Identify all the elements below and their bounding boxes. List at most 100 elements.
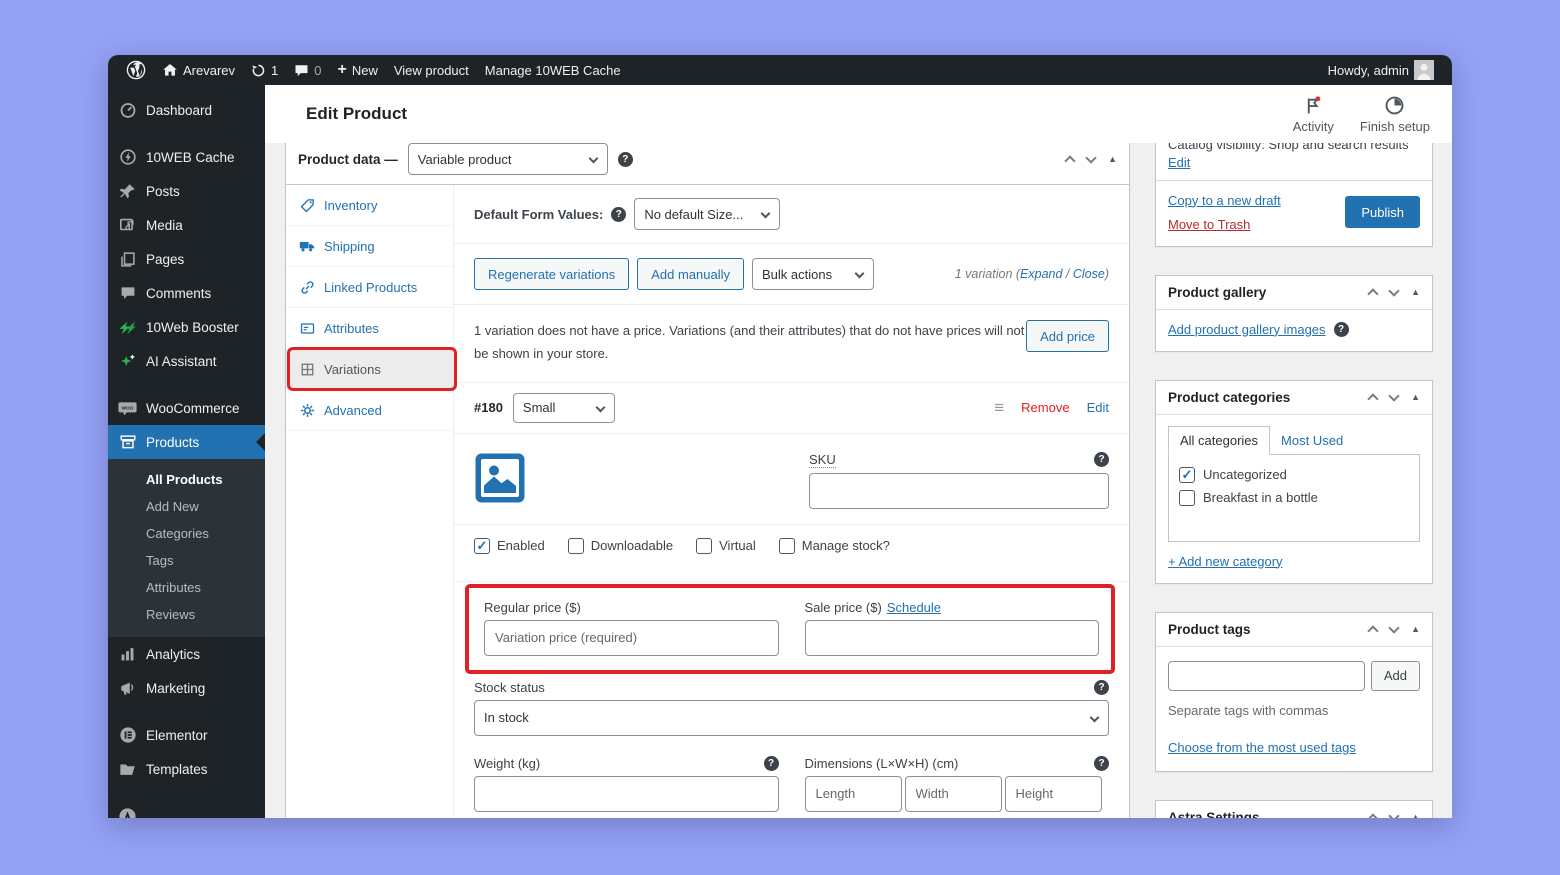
add-new-category-link[interactable]: + Add new category [1168,554,1283,569]
new-menu-item[interactable]: + New [330,55,386,85]
move-up-icon[interactable] [1367,625,1379,637]
updates-menu-item[interactable]: 1 [243,55,286,85]
tab-inventory[interactable]: Inventory [286,185,453,226]
manage-cache-menu-item[interactable]: Manage 10WEB Cache [477,55,629,85]
move-up-icon[interactable] [1064,155,1076,167]
sidebar-item-woocommerce[interactable]: WOO WooCommerce [108,391,265,425]
product-type-help-icon[interactable]: ? [617,151,633,167]
tab-attributes[interactable]: Attributes [286,308,453,349]
tab-linked-products[interactable]: Linked Products [286,267,453,308]
sidebar-item-products[interactable]: Products [108,425,265,459]
toggle-panel-icon[interactable]: ▲ [1411,287,1420,297]
toggle-panel-icon[interactable]: ▲ [1411,812,1420,818]
downloadable-checkbox[interactable]: ✓ Downloadable [567,537,673,554]
sidebar-item-astra-partial[interactable] [108,799,265,818]
schedule-link[interactable]: Schedule [887,600,941,615]
toggle-panel-icon[interactable]: ▲ [1411,392,1420,402]
comments-menu-item[interactable]: 0 [286,55,329,85]
add-price-button[interactable]: Add price [1026,320,1109,352]
stock-status-help-icon[interactable]: ? [1094,679,1109,695]
edit-variation-link[interactable]: Edit [1087,400,1109,415]
tab-variations[interactable]: Variations [286,347,457,391]
bulk-actions-select[interactable]: Bulk actions [751,258,874,290]
sku-help-icon[interactable]: ? [1094,452,1109,467]
submenu-add-new[interactable]: Add New [108,493,265,520]
drag-handle-icon[interactable]: ≡ [994,398,1004,418]
copy-to-draft-link[interactable]: Copy to a new draft [1168,193,1281,208]
activity-flag-icon [1303,95,1324,116]
default-form-values-help-icon[interactable]: ? [611,206,627,222]
move-up-icon[interactable] [1367,393,1379,405]
wordpress-logo-icon[interactable] [118,55,154,85]
sidebar-item-ai-assistant[interactable]: AI Assistant [108,344,265,378]
dimensions-help-icon[interactable]: ? [1094,755,1109,771]
activity-button[interactable]: Activity [1293,95,1334,134]
height-input[interactable] [1004,775,1102,812]
width-input[interactable] [904,775,1002,812]
close-link[interactable]: Close [1073,267,1105,281]
sidebar-item-10web-booster[interactable]: 10Web Booster [108,310,265,344]
new-tag-input[interactable] [1168,660,1365,691]
sidebar-item-elementor[interactable]: Elementor [108,718,265,752]
tab-all-categories[interactable]: All categories [1168,425,1271,455]
sidebar-item-templates[interactable]: Templates [108,752,265,786]
move-down-icon[interactable] [1388,285,1400,297]
tab-advanced[interactable]: Advanced [286,390,453,431]
sidebar-item-media[interactable]: Media [108,208,265,242]
move-down-icon[interactable] [1388,622,1400,634]
toggle-panel-icon[interactable]: ▲ [1411,624,1420,634]
sidebar-item-10web-cache[interactable]: 10WEB Cache [108,140,265,174]
publish-button[interactable]: Publish [1345,196,1420,228]
category-breakfast-in-a-bottle[interactable]: ✓ Breakfast in a bottle [1179,487,1409,510]
sku-input[interactable] [809,472,1109,509]
sidebar-item-marketing[interactable]: Marketing [108,671,265,705]
tab-shipping[interactable]: Shipping [286,226,453,267]
weight-help-icon[interactable]: ? [763,755,779,771]
toggle-panel-icon[interactable]: ▲ [1108,154,1117,164]
account-menu-item[interactable]: Howdy, admin [1320,55,1442,85]
add-manually-button[interactable]: Add manually [637,258,744,290]
remove-variation-link[interactable]: Remove [1021,400,1069,415]
move-down-icon[interactable] [1388,810,1400,818]
virtual-checkbox[interactable]: ✓ Virtual [696,537,756,554]
view-product-menu-item[interactable]: View product [386,55,477,85]
sale-price-input[interactable] [804,619,1099,656]
length-input[interactable] [804,775,902,812]
submenu-categories[interactable]: Categories [108,520,265,547]
expand-link[interactable]: Expand [1020,267,1062,281]
site-menu-item[interactable]: Arevarev [154,55,243,85]
sidebar-item-comments[interactable]: Comments [108,276,265,310]
sidebar-item-posts[interactable]: Posts [108,174,265,208]
regenerate-variations-button[interactable]: Regenerate variations [474,258,630,290]
gallery-help-icon[interactable]: ? [1333,321,1349,337]
enabled-checkbox[interactable]: ✓ Enabled [474,537,545,554]
stock-status-select[interactable]: In stock [474,699,1109,736]
move-up-icon[interactable] [1367,813,1379,818]
submenu-attributes[interactable]: Attributes [108,574,265,601]
add-gallery-images-link[interactable]: Add product gallery images [1168,322,1326,337]
category-uncategorized[interactable]: ✓ Uncategorized [1179,464,1409,487]
choose-most-used-tags-link[interactable]: Choose from the most used tags [1168,740,1356,755]
submenu-tags[interactable]: Tags [108,547,265,574]
submenu-all-products[interactable]: All Products [108,466,265,493]
tab-most-used[interactable]: Most Used [1270,427,1354,454]
weight-input[interactable] [474,775,779,812]
default-form-values-select[interactable]: No default Size... [634,198,781,230]
variation-image-placeholder[interactable] [474,452,526,504]
finish-setup-button[interactable]: Finish setup [1360,95,1430,134]
variation-attribute-select[interactable]: Small [512,392,615,423]
move-down-icon[interactable] [1388,390,1400,402]
product-type-select[interactable]: Variable product [407,143,608,175]
sidebar-item-pages[interactable]: Pages [108,242,265,276]
elementor-icon [118,726,137,745]
regular-price-input[interactable] [484,619,779,656]
sidebar-item-analytics[interactable]: Analytics [108,637,265,671]
submenu-reviews[interactable]: Reviews [108,601,265,628]
move-up-icon[interactable] [1367,288,1379,300]
move-to-trash-link[interactable]: Move to Trash [1168,217,1281,232]
catalog-visibility-edit-link[interactable]: Edit [1168,155,1190,170]
sidebar-item-dashboard[interactable]: Dashboard [108,93,265,127]
move-down-icon[interactable] [1085,152,1097,164]
add-tag-button[interactable]: Add [1370,660,1420,691]
manage-stock-checkbox[interactable]: ✓ Manage stock? [778,537,890,554]
